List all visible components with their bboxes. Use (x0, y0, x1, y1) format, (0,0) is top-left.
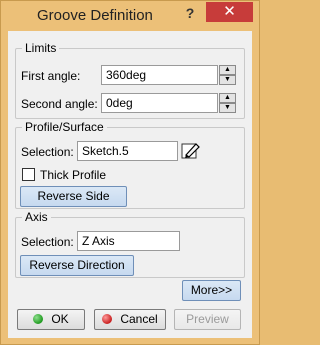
second-angle-field[interactable]: 0deg (101, 93, 218, 113)
thick-profile-label: Thick Profile (40, 168, 107, 182)
dialog-body: Limits First angle: 360deg ▲ ▼ Second an… (8, 31, 252, 338)
profile-selection-field[interactable]: Sketch.5 (77, 141, 178, 161)
axis-legend: Axis (22, 210, 51, 224)
first-angle-label: First angle: (21, 69, 81, 83)
second-angle-up-icon[interactable]: ▲ (219, 93, 236, 103)
groove-definition-dialog: Groove Definition ? ✕ Limits First angle… (0, 0, 260, 345)
preview-button[interactable]: Preview (174, 309, 241, 330)
ok-label: OK (51, 312, 69, 326)
pencil-edit-icon[interactable] (180, 141, 202, 161)
profile-surface-legend: Profile/Surface (22, 120, 107, 134)
second-angle-down-icon[interactable]: ▼ (219, 103, 236, 113)
profile-surface-group: Profile/Surface Selection: Sketch.5 Thic… (15, 120, 245, 209)
reverse-side-button[interactable]: Reverse Side (20, 186, 127, 207)
axis-selection-field[interactable]: Z Axis (77, 231, 180, 251)
help-button[interactable]: ? (181, 4, 199, 22)
cancel-label: Cancel (120, 312, 158, 326)
limits-legend: Limits (22, 41, 60, 55)
second-angle-spinner[interactable]: ▲ ▼ (219, 93, 236, 113)
first-angle-field[interactable]: 360deg (101, 65, 218, 85)
ok-button[interactable]: OK (17, 309, 85, 330)
profile-selection-label: Selection: (21, 145, 74, 159)
axis-selection-label: Selection: (21, 235, 74, 249)
red-dot-icon (102, 314, 113, 324)
first-angle-down-icon[interactable]: ▼ (219, 75, 236, 85)
first-angle-spinner[interactable]: ▲ ▼ (219, 65, 236, 85)
more-button[interactable]: More>> (182, 280, 241, 301)
green-dot-icon (33, 314, 44, 324)
second-angle-label: Second angle: (21, 97, 98, 111)
close-button[interactable]: ✕ (206, 2, 253, 22)
thick-profile-checkbox[interactable] (22, 168, 35, 181)
reverse-direction-button[interactable]: Reverse Direction (20, 255, 134, 276)
axis-group: Axis Selection: Z Axis Reverse Direction (15, 210, 245, 278)
first-angle-up-icon[interactable]: ▲ (219, 65, 236, 75)
cancel-button[interactable]: Cancel (94, 309, 166, 330)
dialog-title: Groove Definition (37, 7, 153, 24)
title-bar[interactable]: Groove Definition ? ✕ (1, 1, 259, 31)
limits-group: Limits First angle: 360deg ▲ ▼ Second an… (15, 41, 245, 119)
